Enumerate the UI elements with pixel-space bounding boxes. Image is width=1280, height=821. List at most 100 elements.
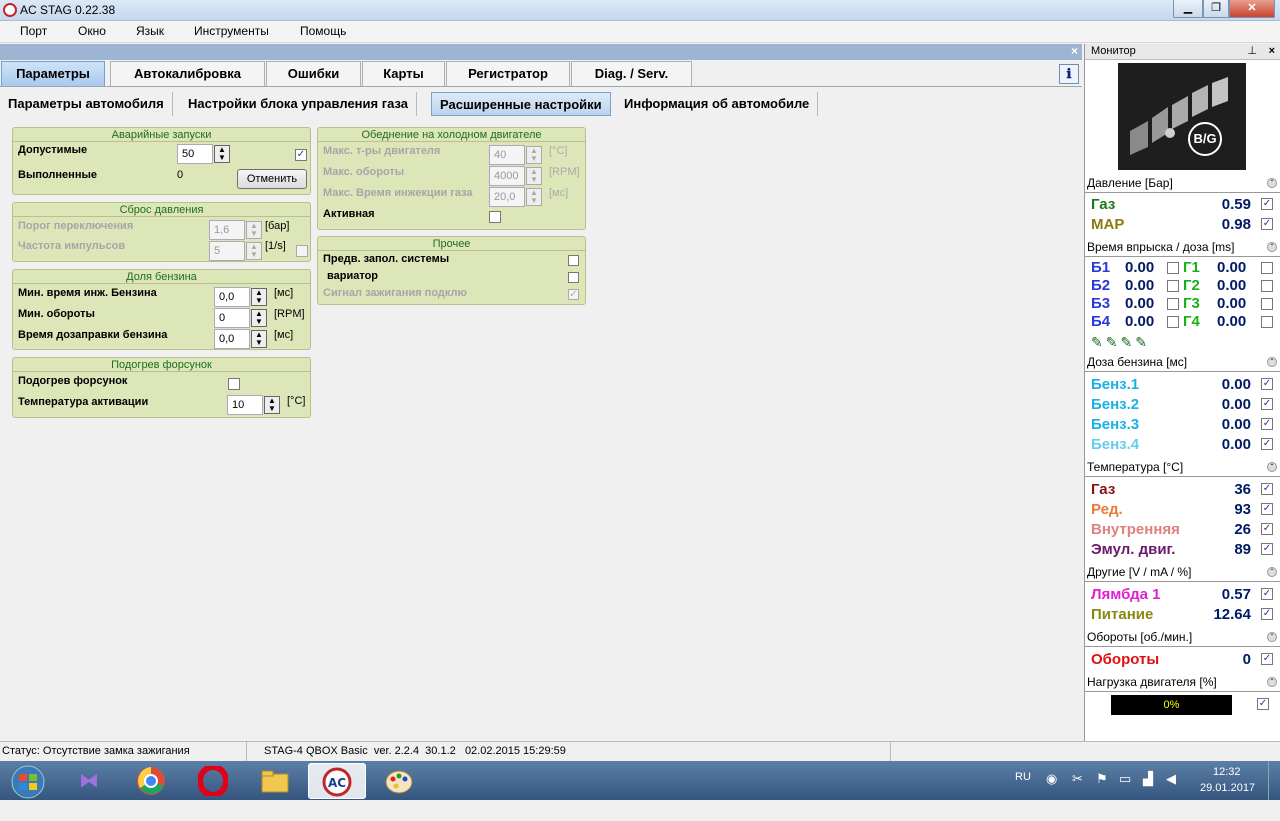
menu-language[interactable]: Язык [136, 24, 164, 38]
subtab-car-info[interactable]: Информация об автомобиле [616, 92, 819, 116]
tab-maps[interactable]: Карты [362, 61, 445, 86]
injection-row-3: Б3 0.00 Г3 0.00 [1091, 295, 1277, 313]
subtab-gas-ecu-settings[interactable]: Настройки блока управления газа [180, 92, 418, 116]
row-checkbox[interactable]: ✓ [1261, 523, 1273, 535]
explorer-icon[interactable] [246, 763, 304, 799]
freq-input[interactable]: 5 [209, 241, 245, 261]
max-rpm-spinner[interactable]: ▲ ▼ [526, 167, 542, 185]
battery-icon[interactable]: ▭ [1119, 771, 1131, 810]
allowed-checkbox[interactable]: ✓ [295, 149, 307, 161]
menu-port[interactable]: Порт [20, 24, 47, 38]
freq-checkbox[interactable] [296, 245, 308, 257]
row-checkbox[interactable]: ✓ [1261, 438, 1273, 450]
heat-checkbox[interactable] [228, 378, 240, 390]
network-icon[interactable]: ▟ [1143, 771, 1153, 810]
min-rpm-unit: [RPM] [274, 308, 305, 320]
row-checkbox[interactable]: ✓ [1261, 588, 1273, 600]
collapse-icon[interactable]: ⌃ [1267, 242, 1277, 252]
show-desktop-button[interactable] [1268, 761, 1280, 800]
volume-icon[interactable]: ◀ [1166, 771, 1176, 810]
gas-inj-checkbox[interactable] [1261, 298, 1273, 310]
max-inj-spinner[interactable]: ▲ ▼ [526, 188, 542, 206]
prefill-checkbox[interactable] [568, 255, 579, 266]
freq-spinner[interactable]: ▲ ▼ [246, 242, 262, 260]
collapse-icon[interactable]: ⌃ [1267, 567, 1277, 577]
row-checkbox[interactable]: ✓ [1261, 653, 1273, 665]
row-checkbox[interactable]: ✓ [1261, 543, 1273, 555]
allowed-spinner[interactable]: ▲ ▼ [214, 145, 230, 163]
minimize-button[interactable]: ▁ [1173, 0, 1203, 18]
collapse-icon[interactable]: ⌃ [1267, 462, 1277, 472]
row-checkbox[interactable]: ✓ [1261, 418, 1273, 430]
threshold-spinner[interactable]: ▲ ▼ [246, 221, 262, 239]
chrome-icon[interactable] [122, 763, 180, 799]
refuel-spinner[interactable]: ▲ ▼ [251, 330, 267, 348]
min-rpm-spinner[interactable]: ▲ ▼ [251, 309, 267, 327]
monitor-row-supply: Питание 12.64 ✓ [1091, 605, 1277, 625]
gas-inj-checkbox[interactable] [1261, 280, 1273, 292]
petrol-inj-checkbox[interactable] [1167, 280, 1179, 292]
row-checkbox[interactable]: ✓ [1261, 398, 1273, 410]
row-checkbox[interactable]: ✓ [1261, 218, 1273, 230]
ignition-checkbox[interactable]: ✓ [568, 289, 579, 300]
max-temp-input[interactable]: 40 [489, 145, 525, 165]
max-temp-spinner[interactable]: ▲ ▼ [526, 146, 542, 164]
pin-icon[interactable]: ⊥ [1247, 44, 1257, 59]
engine-load-checkbox[interactable]: ✓ [1257, 698, 1269, 710]
row-checkbox[interactable]: ✓ [1261, 503, 1273, 515]
min-rpm-input[interactable]: 0 [214, 308, 250, 328]
activation-temp-spinner[interactable]: ▲ ▼ [264, 396, 280, 414]
paint-icon[interactable] [370, 763, 428, 799]
allowed-input[interactable]: 50 [177, 144, 213, 164]
activation-temp-input[interactable]: 10 [227, 395, 263, 415]
visual-studio-icon[interactable]: ⧓ [60, 763, 118, 799]
refuel-input[interactable]: 0,0 [214, 329, 250, 349]
row-checkbox[interactable]: ✓ [1261, 378, 1273, 390]
active-checkbox[interactable] [489, 211, 501, 223]
subtab-advanced-settings[interactable]: Расширенные настройки [431, 92, 611, 116]
collapse-icon[interactable]: ⌃ [1267, 178, 1277, 188]
language-indicator[interactable]: RU [1015, 771, 1031, 810]
tab-autocalibration[interactable]: Автокалибровка [110, 61, 265, 86]
opera-icon[interactable] [184, 763, 242, 799]
min-inj-input[interactable]: 0,0 [214, 287, 250, 307]
collapse-icon[interactable]: ⌃ [1267, 632, 1277, 642]
collapse-icon[interactable]: ⌃ [1267, 357, 1277, 367]
tab-recorder[interactable]: Регистратор [446, 61, 570, 86]
petrol-inj-checkbox[interactable] [1167, 316, 1179, 328]
monitor-close-icon[interactable]: × [1269, 44, 1275, 59]
clock-date[interactable]: 29.01.2017 [1200, 782, 1255, 821]
collapse-icon[interactable]: ⌃ [1267, 677, 1277, 687]
ac-stag-taskbar-icon[interactable]: AC [308, 763, 366, 799]
gas-inj-checkbox[interactable] [1261, 316, 1273, 328]
row-checkbox[interactable]: ✓ [1261, 608, 1273, 620]
cancel-button[interactable]: Отменить [237, 169, 307, 189]
menu-window[interactable]: Окно [78, 24, 106, 38]
gas-inj-checkbox[interactable] [1261, 262, 1273, 274]
close-button[interactable]: ✕ [1229, 0, 1275, 18]
petrol-inj-checkbox[interactable] [1167, 298, 1179, 310]
panel-header: × [0, 44, 1082, 60]
close-panel-icon[interactable]: × [1071, 44, 1078, 58]
info-icon[interactable]: ℹ [1059, 64, 1079, 84]
max-rpm-input[interactable]: 4000 [489, 166, 525, 186]
tray-tools-icon[interactable]: ✂ [1072, 771, 1083, 810]
subtab-car-params[interactable]: Параметры автомобиля [0, 92, 173, 116]
maximize-button[interactable]: ❐ [1203, 0, 1229, 18]
menu-tools[interactable]: Инструменты [194, 24, 269, 38]
action-center-flag-icon[interactable]: ⚑ [1096, 771, 1108, 810]
tab-errors[interactable]: Ошибки [266, 61, 361, 86]
menu-help[interactable]: Помощь [300, 24, 346, 38]
tab-diag-serv[interactable]: Diag. / Serv. [571, 61, 692, 86]
tab-parameters[interactable]: Параметры [1, 61, 105, 86]
start-button[interactable] [0, 763, 52, 799]
variator-checkbox[interactable] [568, 272, 579, 283]
max-inj-input[interactable]: 20,0 [489, 187, 525, 207]
petrol-inj-checkbox[interactable] [1167, 262, 1179, 274]
tray-app-icon[interactable]: ◉ [1046, 771, 1057, 810]
row-label: Обороты [1091, 651, 1160, 668]
row-checkbox[interactable]: ✓ [1261, 198, 1273, 210]
row-checkbox[interactable]: ✓ [1261, 483, 1273, 495]
min-inj-spinner[interactable]: ▲ ▼ [251, 288, 267, 306]
threshold-input[interactable]: 1,6 [209, 220, 245, 240]
